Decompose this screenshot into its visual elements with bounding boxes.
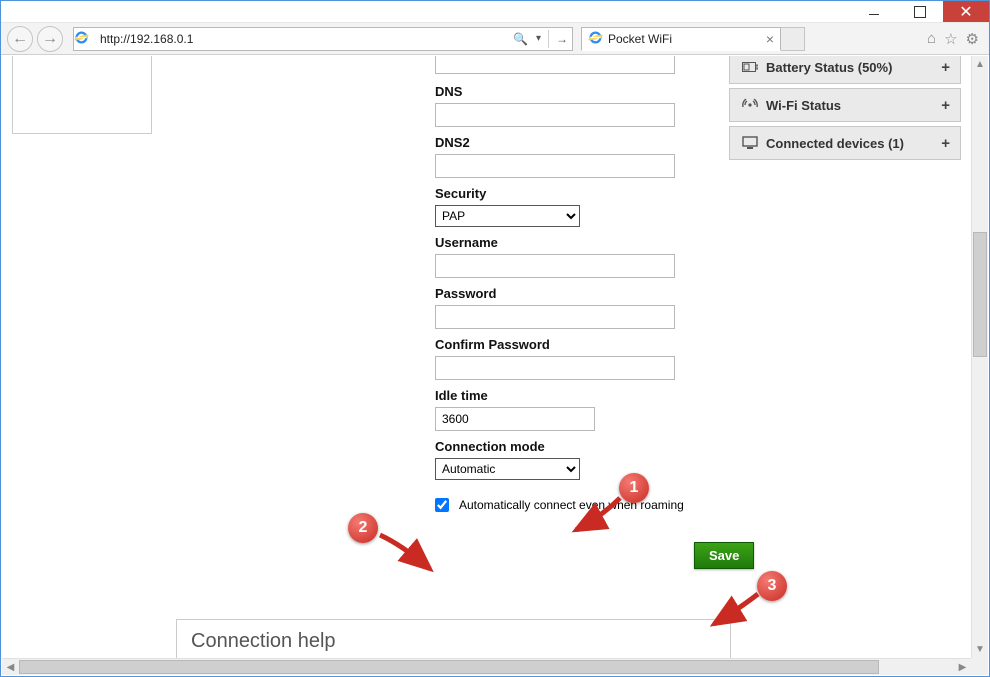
battery-icon — [740, 62, 760, 72]
status-sidebar: Battery Status (50%) + Wi-Fi Status + — [729, 56, 961, 658]
browser-window: ✕ ← → http://192.168.0.1 🔍 ▾ → Pocket Wi… — [0, 0, 990, 677]
connected-devices-panel[interactable]: Connected devices (1) + — [729, 126, 961, 160]
connection-mode-label: Connection mode — [435, 439, 720, 454]
dns2-label: DNS2 — [435, 135, 720, 150]
address-bar-controls: 🔍 ▾ → — [509, 28, 572, 50]
expand-icon[interactable]: + — [941, 135, 950, 152]
vertical-scrollbar[interactable]: ▲ ▼ — [971, 56, 988, 658]
expand-icon[interactable]: + — [941, 59, 950, 76]
vertical-scroll-thumb[interactable] — [973, 232, 987, 357]
tab-active[interactable]: Pocket WiFi × — [581, 27, 781, 51]
security-label: Security — [435, 186, 720, 201]
dns-input[interactable] — [435, 103, 675, 127]
home-icon[interactable]: ⌂ — [927, 30, 936, 48]
back-button[interactable]: ← — [7, 26, 33, 52]
settings-gear-icon[interactable]: ⚙ — [966, 30, 979, 48]
tab-close-icon[interactable]: × — [766, 31, 774, 47]
window-maximize-button[interactable] — [897, 1, 943, 22]
search-icon[interactable]: 🔍 — [509, 32, 532, 46]
favorites-icon[interactable]: ☆ — [944, 30, 957, 48]
scroll-down-icon[interactable]: ▼ — [972, 641, 988, 658]
ie-icon — [588, 30, 603, 48]
connection-mode-select[interactable]: Automatic — [435, 458, 580, 480]
confirm-password-label: Confirm Password — [435, 337, 720, 352]
confirm-password-input[interactable] — [435, 356, 675, 380]
username-input[interactable] — [435, 254, 675, 278]
password-input[interactable] — [435, 305, 675, 329]
left-panel-box — [12, 56, 152, 134]
idle-time-label: Idle time — [435, 388, 720, 403]
settings-form: DNS DNS2 Security PAP — [160, 56, 720, 658]
scroll-left-icon[interactable]: ◀ — [2, 659, 19, 676]
window-close-button[interactable]: ✕ — [943, 1, 989, 22]
page-viewport: DNS DNS2 Security PAP — [2, 56, 988, 675]
window-titlebar: ✕ — [1, 1, 989, 23]
monitor-icon — [740, 136, 760, 150]
forward-button[interactable]: → — [37, 26, 63, 52]
password-label: Password — [435, 286, 720, 301]
address-bar[interactable]: http://192.168.0.1 🔍 ▾ → — [73, 27, 573, 51]
connection-help-header[interactable]: Connection help — [176, 619, 731, 658]
wifi-icon — [740, 98, 760, 112]
url-text[interactable]: http://192.168.0.1 — [96, 32, 509, 46]
battery-status-label: Battery Status (50%) — [766, 60, 892, 75]
new-tab-button[interactable] — [781, 27, 805, 51]
refresh-icon[interactable]: → — [552, 32, 572, 46]
horizontal-scrollbar[interactable]: ◀ ▶ — [2, 658, 971, 675]
ie-icon — [74, 30, 96, 48]
browser-toolbar: ← → http://192.168.0.1 🔍 ▾ → Pocket WiFi… — [1, 23, 989, 55]
prev-field-input[interactable] — [435, 56, 675, 74]
connected-devices-label: Connected devices (1) — [766, 136, 904, 151]
dns2-input[interactable] — [435, 154, 675, 178]
dropdown-icon[interactable]: ▾ — [532, 33, 545, 44]
tab-title: Pocket WiFi — [608, 32, 761, 46]
expand-icon[interactable]: + — [941, 97, 950, 114]
wifi-status-label: Wi-Fi Status — [766, 98, 841, 113]
horizontal-scroll-thumb[interactable] — [19, 660, 879, 674]
idle-time-input[interactable] — [435, 407, 595, 431]
window-minimize-button[interactable] — [851, 1, 897, 22]
security-select[interactable]: PAP — [435, 205, 580, 227]
username-label: Username — [435, 235, 720, 250]
scroll-up-icon[interactable]: ▲ — [972, 56, 988, 73]
scroll-right-icon[interactable]: ▶ — [954, 659, 971, 676]
wifi-status-panel[interactable]: Wi-Fi Status + — [729, 88, 961, 122]
roaming-checkbox[interactable] — [435, 498, 449, 512]
roaming-label: Automatically connect even when roaming — [459, 498, 684, 512]
page-content: DNS DNS2 Security PAP — [2, 56, 971, 658]
tab-strip: Pocket WiFi × — [581, 27, 805, 51]
battery-status-panel[interactable]: Battery Status (50%) + — [729, 56, 961, 84]
dns-label: DNS — [435, 84, 720, 99]
left-column — [12, 56, 160, 658]
